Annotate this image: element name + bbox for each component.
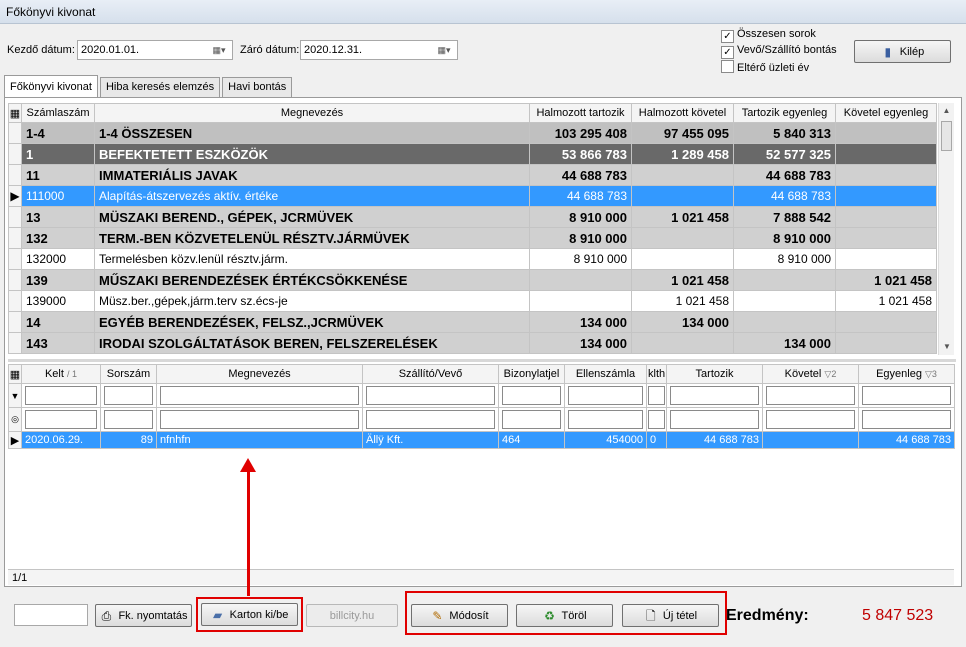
printer-icon: ⎙ bbox=[101, 608, 112, 623]
filter-input[interactable] bbox=[362, 383, 499, 408]
search-input[interactable] bbox=[762, 407, 859, 432]
end-date-value: 2020.12.31. bbox=[304, 44, 363, 56]
col-header-kovetel-egyenleg[interactable]: Követel egyenleg bbox=[835, 103, 937, 123]
start-date-value: 2020.01.01. bbox=[81, 44, 140, 56]
table-row[interactable]: 139 MŰSZAKI BERENDEZÉSEK ÉRTÉKCSÖKKENÉSE … bbox=[8, 269, 937, 291]
checkbox-unchecked-icon[interactable] bbox=[721, 60, 734, 73]
col-header-sorszam[interactable]: Sorszám bbox=[100, 364, 157, 384]
col-header-halmozott-kovetel[interactable]: Halmozott követel bbox=[631, 103, 734, 123]
billcity-button[interactable]: billcity.hu bbox=[306, 604, 398, 627]
search-input[interactable] bbox=[646, 407, 667, 432]
col-header-megnevezes[interactable]: Megnevezés bbox=[156, 364, 363, 384]
exit-button[interactable]: ▮ Kilép bbox=[854, 40, 951, 63]
col-header-egyenleg[interactable]: Egyenleg ▽3 bbox=[858, 364, 955, 384]
end-date-input[interactable]: 2020.12.31. ▦▾ bbox=[300, 40, 458, 60]
scroll-up-icon[interactable]: ▲ bbox=[939, 103, 954, 119]
window-title: Főkönyvi kivonat bbox=[0, 0, 966, 24]
tab-bar: Főkönyvi kivonat Hiba keresés elemzés Ha… bbox=[4, 75, 294, 97]
row-pointer-icon: ▶ bbox=[8, 431, 22, 449]
col-header-kelt[interactable]: Kelt / 1 bbox=[21, 364, 101, 384]
filter-input[interactable] bbox=[100, 383, 157, 408]
row-pointer-icon: ▶ bbox=[8, 185, 22, 207]
record-counter: 1/1 bbox=[8, 569, 954, 585]
tab-hiba-kereses[interactable]: Hiba keresés elemzés bbox=[99, 77, 221, 97]
col-header-halmozott-tartozik[interactable]: Halmozott tartozik bbox=[529, 103, 632, 123]
filter-input[interactable] bbox=[646, 383, 667, 408]
filter-input[interactable] bbox=[762, 383, 859, 408]
col-header-ellenszamla[interactable]: Ellenszámla bbox=[564, 364, 647, 384]
table-row[interactable]: 143 IRODAI SZOLGÁLTATÁSOK BEREN, FELSZERE… bbox=[8, 332, 937, 354]
search-input[interactable] bbox=[498, 407, 565, 432]
search-input[interactable] bbox=[564, 407, 647, 432]
highlight-box-actions bbox=[405, 591, 727, 635]
col-header-bizonylatjel[interactable]: Bizonylatjel bbox=[498, 364, 565, 384]
transactions-grid: ▦ Kelt / 1 Sorszám Megnevezés Szállító/V… bbox=[8, 364, 955, 449]
col-header-tartozik[interactable]: Tartozik bbox=[666, 364, 763, 384]
table-row[interactable]: 132000 Termelésben közv.lenül résztv.járm… bbox=[8, 248, 937, 270]
table-row[interactable]: 1 BEFEKTETETT ESZKÖZÖK 53 866 783 1 289 45… bbox=[8, 143, 937, 165]
search-input[interactable] bbox=[666, 407, 763, 432]
filter-input[interactable] bbox=[498, 383, 565, 408]
col-header-szamlaszam[interactable]: Számlaszám bbox=[21, 103, 95, 123]
option-osszesen-sorok[interactable]: ✓ Összesen sorok bbox=[721, 28, 816, 43]
table-row-selected[interactable]: ▶ 111000 Alapítás-átszervezés aktív. érté… bbox=[8, 185, 937, 207]
col-header-tartozik-egyenleg[interactable]: Tartozik egyenleg bbox=[733, 103, 836, 123]
table-row[interactable]: 132 TERM.-BEN KÖZVETELENÜL RÉSZTV.JÁRMÜVE… bbox=[8, 227, 937, 249]
filter-input[interactable] bbox=[858, 383, 955, 408]
col-header-szallito-vevo[interactable]: Szállító/Vevő bbox=[362, 364, 499, 384]
start-date-label: Kezdő dátum: bbox=[7, 44, 75, 56]
grid-settings-icon[interactable]: ▦ bbox=[8, 103, 22, 123]
grid-splitter[interactable] bbox=[8, 359, 956, 362]
filter-icon: ▼ bbox=[8, 383, 22, 408]
col-header-kovetel[interactable]: Követel ▽2 bbox=[762, 364, 859, 384]
table-row[interactable]: 14 EGYÉB BERENDEZÉSEK, FELSZ.,JCRMÜVEK 13… bbox=[8, 311, 937, 333]
arrow-up-icon bbox=[240, 458, 256, 472]
search-input[interactable] bbox=[21, 407, 101, 432]
table-row[interactable]: 11 IMMATERIÁLIS JAVAK 44 688 783 44 688 7… bbox=[8, 164, 937, 186]
tab-fokonyvi-kivonat[interactable]: Főkönyvi kivonat bbox=[4, 75, 98, 97]
result-label: Eredmény: bbox=[726, 607, 809, 624]
table-row[interactable]: 1-4 1-4 ÖSSZESEN 103 295 408 97 455 095 5 … bbox=[8, 122, 937, 144]
binoculars-icon: ◎ bbox=[8, 407, 22, 432]
filter-input[interactable] bbox=[666, 383, 763, 408]
ledger-scrollbar[interactable]: ▲ ▼ bbox=[938, 103, 954, 355]
scroll-thumb[interactable] bbox=[941, 121, 952, 151]
door-exit-icon: ▮ bbox=[884, 44, 892, 59]
start-date-input[interactable]: 2020.01.01. ▦▾ bbox=[77, 40, 233, 60]
end-date-label: Záró dátum: bbox=[240, 44, 300, 56]
checkbox-checked-icon[interactable]: ✓ bbox=[721, 30, 734, 43]
filter-input[interactable] bbox=[21, 383, 101, 408]
highlight-box-karton bbox=[196, 597, 303, 632]
filter-input[interactable] bbox=[564, 383, 647, 408]
calendar-dropdown-icon[interactable]: ▦▾ bbox=[208, 43, 230, 57]
table-row[interactable]: 13 MÜSZAKI BEREND., GÉPEK, JCRMÜVEK 8 910… bbox=[8, 206, 937, 228]
col-header-megnevezes[interactable]: Megnevezés bbox=[94, 103, 530, 123]
tab-havi-bontas[interactable]: Havi bontás bbox=[222, 77, 293, 97]
search-input[interactable] bbox=[362, 407, 499, 432]
filter-row: ▼ bbox=[8, 383, 955, 408]
checkbox-checked-icon[interactable]: ✓ bbox=[721, 46, 734, 59]
annotation-arrow bbox=[247, 470, 250, 596]
search-input[interactable] bbox=[858, 407, 955, 432]
search-input[interactable] bbox=[156, 407, 363, 432]
print-button[interactable]: ⎙ Fk. nyomtatás bbox=[95, 604, 192, 627]
table-row[interactable]: 139000 Müsz.ber.,gépek,járm.terv sz.écs-j… bbox=[8, 290, 937, 312]
result-value: 5 847 523 bbox=[862, 607, 934, 624]
search-input[interactable] bbox=[100, 407, 157, 432]
option-eltero-uzleti-ev[interactable]: Eltérő üzleti év bbox=[721, 60, 809, 74]
ledger-grid: ▦ Számlaszám Megnevezés Halmozott tartoz… bbox=[8, 103, 937, 354]
table-row-selected[interactable]: ▶ 2020.06.29. 89 nfnhfn Ällÿ Kft. 464 45… bbox=[8, 431, 955, 449]
calendar-dropdown-icon[interactable]: ▦▾ bbox=[433, 43, 455, 57]
scroll-down-icon[interactable]: ▼ bbox=[939, 339, 955, 355]
grid-settings-icon[interactable]: ▦ bbox=[8, 364, 22, 384]
bottom-input[interactable] bbox=[14, 604, 88, 626]
filter-input[interactable] bbox=[156, 383, 363, 408]
option-vevo-szallito-bontas[interactable]: ✓ Vevő/Szállító bontás bbox=[721, 44, 837, 59]
search-row: ◎ bbox=[8, 407, 955, 432]
col-header-klth[interactable]: klth bbox=[646, 364, 667, 384]
